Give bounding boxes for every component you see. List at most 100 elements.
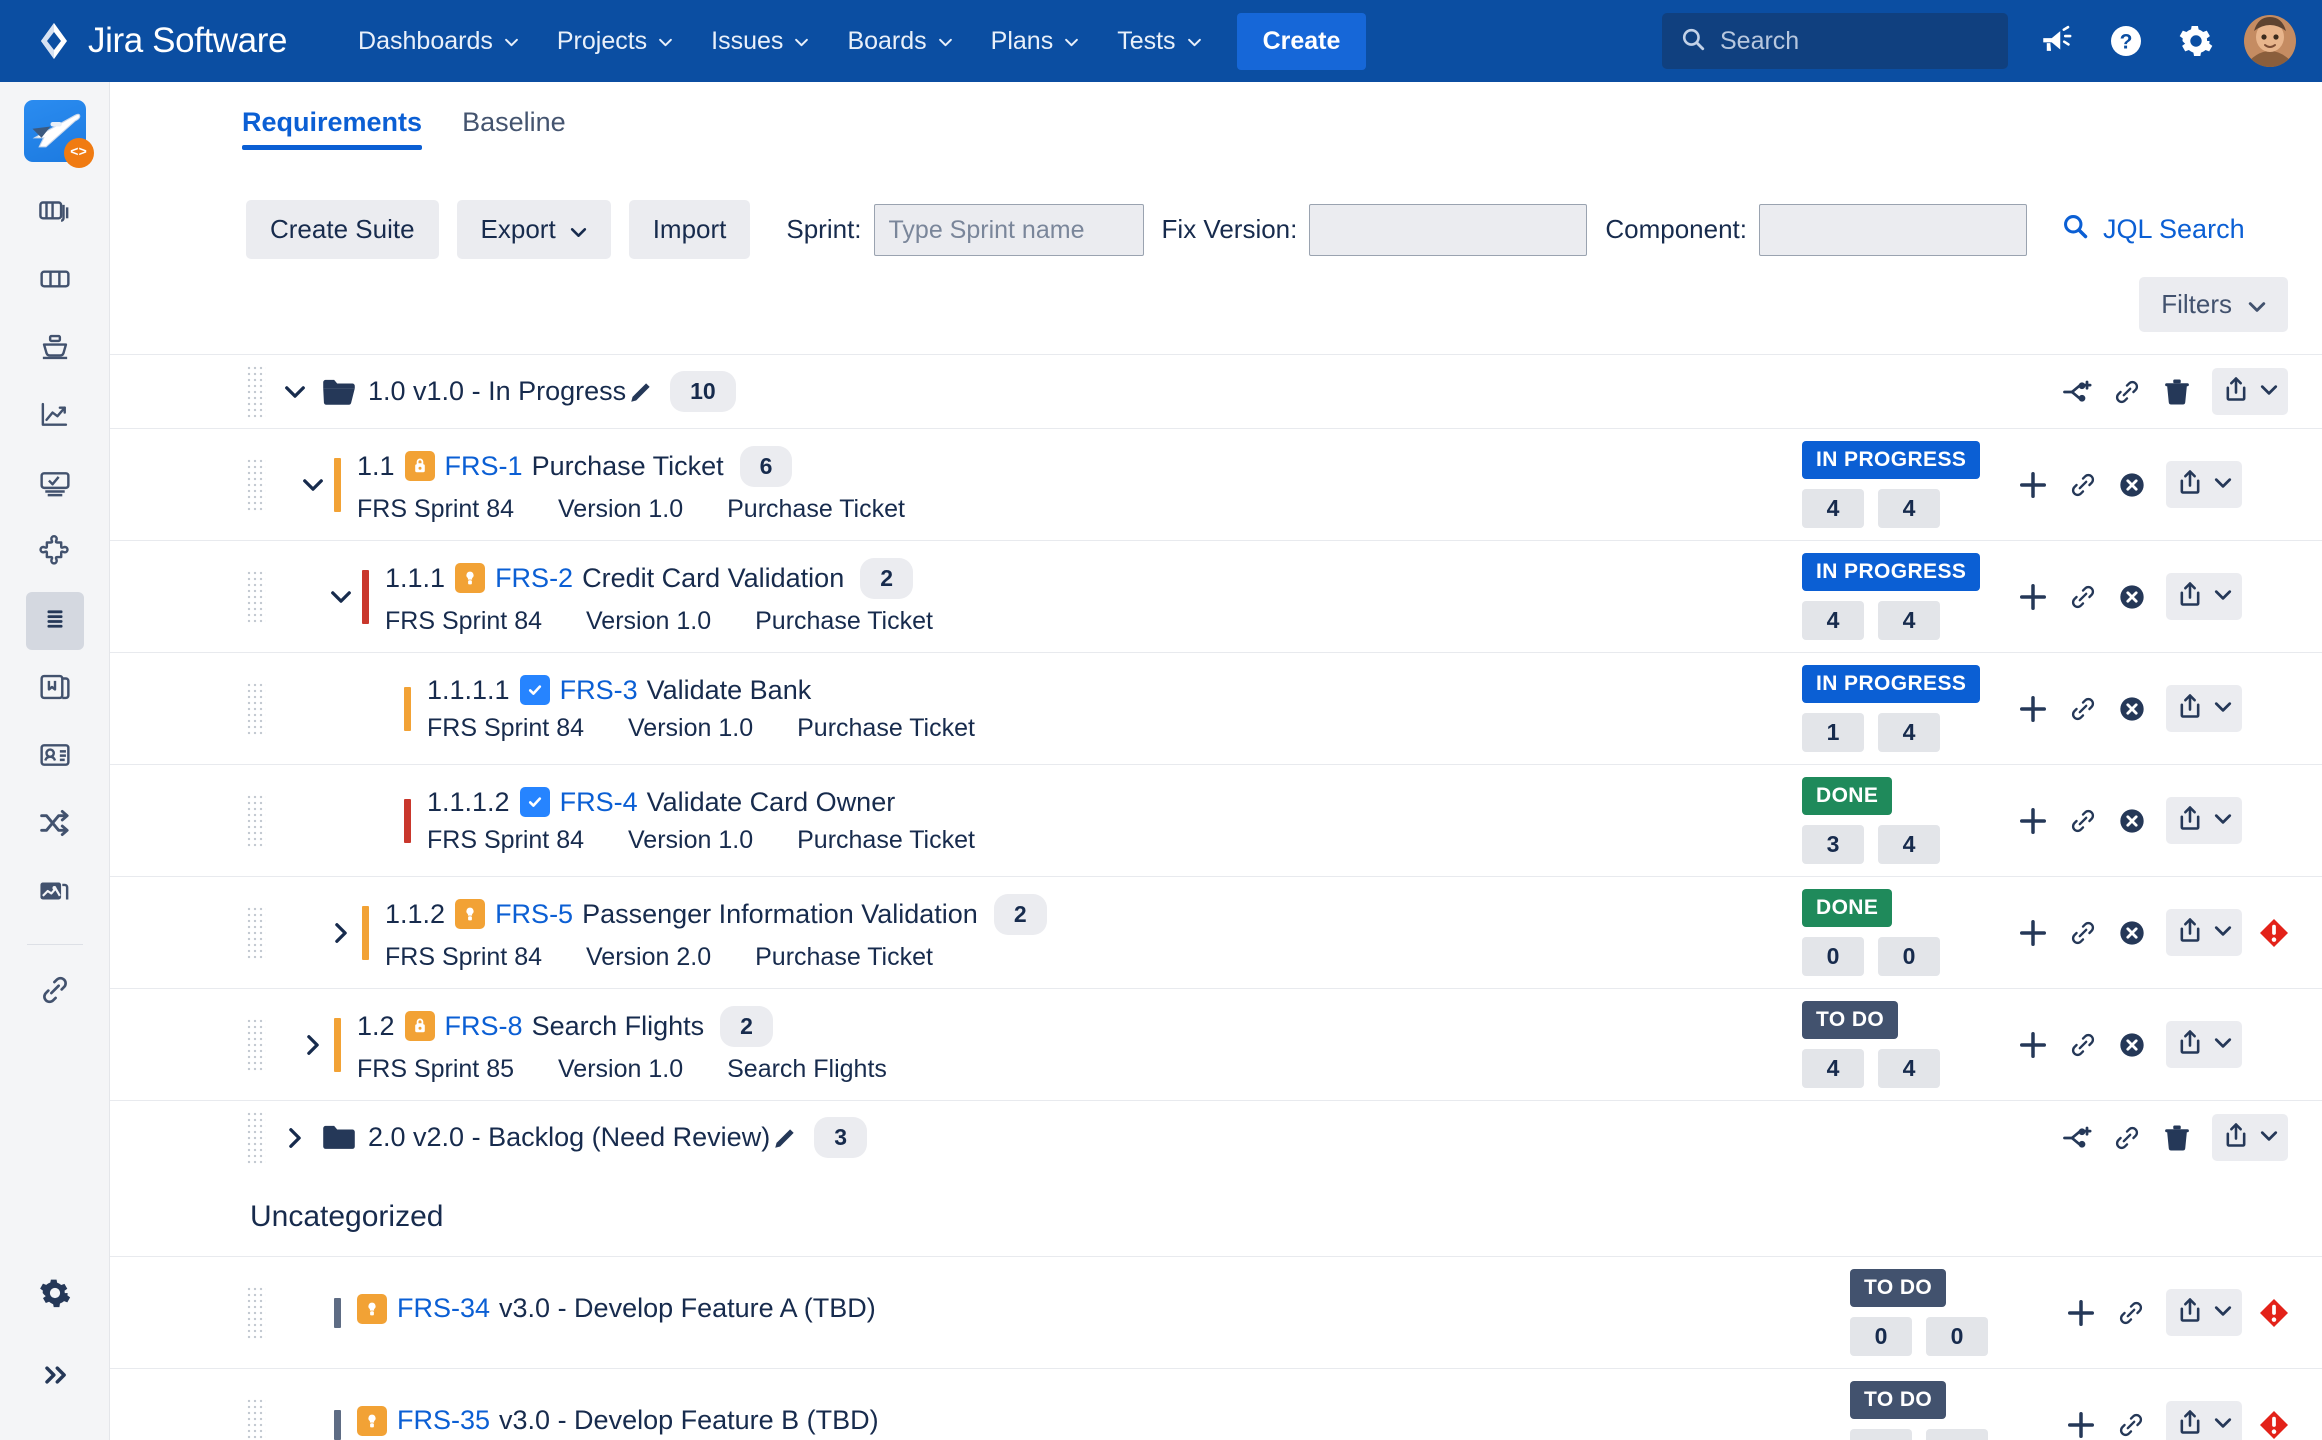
plus-icon[interactable] [2018,806,2048,836]
share-menu[interactable] [2166,573,2242,620]
trash-icon[interactable] [2162,377,2192,407]
drag-handle[interactable] [246,905,266,960]
drag-handle[interactable] [246,457,266,512]
sidebar-item-test-execution[interactable] [26,456,84,514]
sidebar-item-backlog[interactable] [26,320,84,378]
filters-button[interactable]: Filters [2139,277,2288,332]
plus-icon[interactable] [2018,694,2048,724]
edit-pencil-icon[interactable] [628,379,654,405]
link-icon[interactable] [2112,377,2142,407]
link-icon[interactable] [2068,582,2098,612]
issue-key[interactable]: FRS-35 [397,1405,490,1436]
import-button[interactable]: Import [628,200,751,259]
export-button[interactable]: Export [456,200,611,259]
tree-row-item[interactable]: 1.1 FRS-1 Purchase Ticket 6 FRS Sprint 8… [110,428,2322,540]
link-icon[interactable] [2116,1410,2146,1440]
sidebar-item-link[interactable] [26,963,84,1021]
expand-toggle[interactable] [274,1127,316,1149]
sidebar-item-settings[interactable] [26,1266,84,1324]
expand-toggle[interactable] [292,478,334,492]
share-menu[interactable] [2166,1401,2242,1440]
issue-key[interactable]: FRS-3 [560,675,638,706]
sidebar-item-add-ons[interactable] [26,524,84,582]
search-input[interactable] [1720,26,1990,56]
issue-key[interactable]: FRS-5 [495,899,573,930]
drag-handle[interactable] [246,1110,266,1165]
jira-brand[interactable]: Jira Software [34,21,287,61]
share-menu[interactable] [2166,1289,2242,1336]
issue-key[interactable]: FRS-1 [445,451,523,482]
drag-handle[interactable] [246,569,266,624]
issue-key[interactable]: FRS-34 [397,1293,490,1324]
sidebar-item-gallery[interactable] [26,864,84,922]
link-icon[interactable] [2068,694,2098,724]
add-branch-icon[interactable] [2062,1123,2092,1153]
sidebar-item-requirements[interactable] [25,592,84,650]
project-avatar-icon[interactable]: <> [23,100,94,168]
nav-dashboards[interactable]: Dashboards [339,16,538,67]
issue-key[interactable]: FRS-2 [495,563,573,594]
tree-row-folder[interactable]: 2.0 v2.0 - Backlog (Need Review) 3 [110,1100,2322,1174]
tree-row-item[interactable]: FRS-34 v3.0 - Develop Feature A (TBD) TO… [110,1256,2322,1368]
sidebar-item-board-columns[interactable] [26,252,84,310]
error-icon[interactable] [2258,1409,2290,1440]
remove-icon[interactable] [2118,1031,2146,1059]
nav-projects[interactable]: Projects [538,16,692,67]
global-search[interactable] [1662,13,2008,69]
drag-handle[interactable] [246,1397,266,1440]
link-icon[interactable] [2068,918,2098,948]
tree-row-item[interactable]: FRS-35 v3.0 - Develop Feature B (TBD) TO… [110,1368,2322,1440]
error-icon[interactable] [2258,1297,2290,1329]
tree-row-item[interactable]: 1.2 FRS-8 Search Flights 2 FRS Sprint 85… [110,988,2322,1100]
remove-icon[interactable] [2118,807,2146,835]
share-menu[interactable] [2212,1114,2288,1161]
plus-icon[interactable] [2018,1030,2048,1060]
nav-plans[interactable]: Plans [972,16,1099,67]
sidebar-item-shuffle[interactable] [26,796,84,854]
edit-pencil-icon[interactable] [772,1125,798,1151]
drag-handle[interactable] [246,793,266,848]
share-menu[interactable] [2166,1021,2242,1068]
sidebar-item-boards-stack[interactable] [26,184,84,242]
drag-handle[interactable] [246,681,266,736]
sidebar-item-reports[interactable] [26,388,84,446]
component-select[interactable] [1759,203,2028,256]
add-branch-icon[interactable] [2062,377,2092,407]
share-menu[interactable] [2166,909,2242,956]
link-icon[interactable] [2068,806,2098,836]
remove-icon[interactable] [2118,695,2146,723]
avatar[interactable] [2244,15,2296,67]
issue-key[interactable]: FRS-8 [445,1011,523,1042]
expand-toggle[interactable] [320,922,362,944]
plus-icon[interactable] [2018,470,2048,500]
link-icon[interactable] [2116,1298,2146,1328]
link-icon[interactable] [2068,470,2098,500]
jql-search-link[interactable]: JQL Search [2061,212,2245,247]
tree-row-item[interactable]: 1.1.2 FRS-5 Passenger Information Valida… [110,876,2322,988]
drag-handle[interactable] [246,1285,266,1340]
nav-tests[interactable]: Tests [1098,16,1220,67]
tree-row-folder[interactable]: 1.0 v1.0 - In Progress 10 [110,354,2322,428]
remove-icon[interactable] [2118,583,2146,611]
remove-icon[interactable] [2118,919,2146,947]
tab-requirements[interactable]: Requirements [242,107,423,150]
help-icon[interactable]: ? [2104,19,2148,63]
tree-row-item[interactable]: 1.1.1.2 FRS-4 Validate Card Owner FRS Sp… [110,764,2322,876]
plus-icon[interactable] [2018,918,2048,948]
plus-icon[interactable] [2066,1298,2096,1328]
share-menu[interactable] [2166,685,2242,732]
sidebar-expand-button[interactable] [26,1348,84,1406]
nav-boards[interactable]: Boards [828,16,971,67]
nav-issues[interactable]: Issues [692,16,828,67]
tree-row-item[interactable]: 1.1.1.1 FRS-3 Validate Bank FRS Sprint 8… [110,652,2322,764]
drag-handle[interactable] [246,364,266,419]
expand-toggle[interactable] [320,590,362,604]
error-icon[interactable] [2258,917,2290,949]
link-icon[interactable] [2112,1123,2142,1153]
sidebar-item-pages[interactable] [26,660,84,718]
issue-key[interactable]: FRS-4 [560,787,638,818]
sprint-select[interactable]: Type Sprint name [873,203,1144,256]
expand-toggle[interactable] [274,385,316,399]
share-menu[interactable] [2212,368,2288,415]
expand-toggle[interactable] [292,1034,334,1056]
